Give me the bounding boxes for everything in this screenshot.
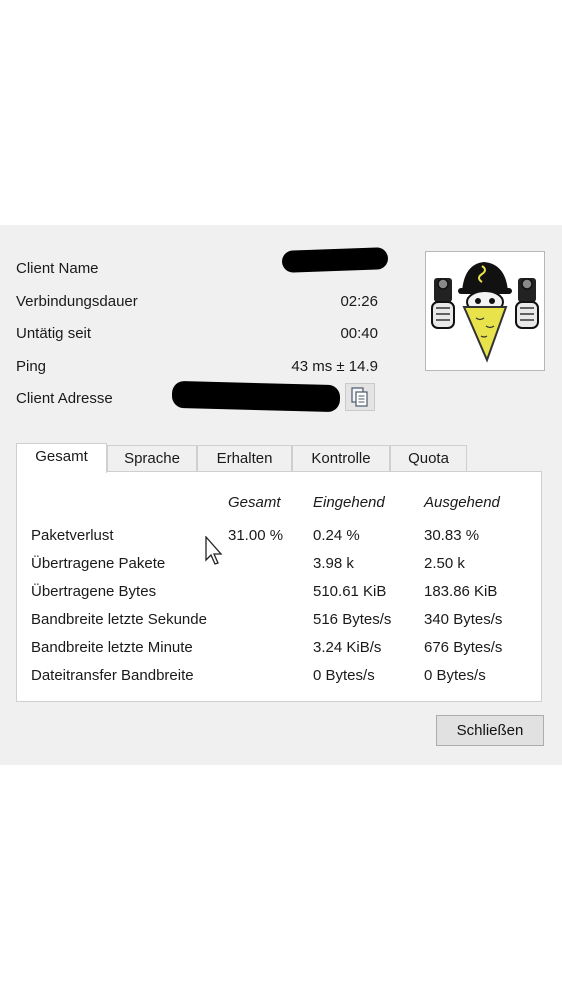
stat-ausgehend: 2.50 k	[424, 555, 465, 572]
stat-eingehend: 516 Bytes/s	[313, 611, 392, 628]
column-header-gesamt: Gesamt	[228, 494, 281, 511]
stat-eingehend: 510.61 KiB	[313, 583, 387, 600]
tab-gesamt[interactable]: Gesamt	[16, 443, 107, 473]
stat-label: Dateitransfer Bandbreite	[31, 667, 194, 684]
stat-eingehend: 3.98 k	[313, 555, 354, 572]
stat-ausgehend: 340 Bytes/s	[424, 611, 503, 628]
bandit-gunman-avatar	[426, 252, 544, 370]
stat-gesamt: 31.00 %	[228, 527, 284, 544]
stat-ausgehend: 0 Bytes/s	[424, 667, 486, 684]
idle-since-row: Untätig seit 00:40	[16, 322, 386, 346]
stats-panel: Gesamt Eingehend Ausgehend Paketverlust …	[16, 471, 542, 702]
stat-ausgehend: 30.83 %	[424, 527, 480, 544]
stat-label: Bandbreite letzte Sekunde	[31, 611, 207, 628]
stat-label: Übertragene Bytes	[31, 583, 157, 600]
copy-address-button[interactable]	[345, 383, 375, 411]
tab-quota[interactable]: Quota	[390, 445, 467, 471]
column-header-eingehend: Eingehend	[313, 494, 385, 511]
tab-sprache[interactable]: Sprache	[107, 445, 197, 471]
stat-label: Paketverlust	[31, 527, 114, 544]
mouse-pointer-icon	[205, 536, 223, 565]
idle-since-value: 00:40	[340, 325, 378, 342]
close-button[interactable]: Schließen	[436, 715, 544, 746]
stat-eingehend: 0.24 %	[313, 527, 360, 544]
tab-erhalten[interactable]: Erhalten	[197, 445, 292, 471]
client-name-label: Client Name	[16, 260, 99, 277]
stat-label: Bandbreite letzte Minute	[31, 639, 193, 656]
stat-ausgehend: 183.86 KiB	[424, 583, 498, 600]
stat-ausgehend: 676 Bytes/s	[424, 639, 503, 656]
connection-duration-value: 02:26	[340, 293, 378, 310]
redacted-client-name	[281, 247, 389, 273]
redacted-client-address	[171, 380, 341, 413]
ping-value: 43 ms ± 14.9	[291, 358, 378, 375]
column-header-ausgehend: Ausgehend	[424, 494, 500, 511]
client-address-label: Client Adresse	[16, 390, 113, 407]
client-avatar	[425, 251, 545, 371]
ping-row: Ping 43 ms ± 14.9	[16, 355, 386, 379]
connection-duration-label: Verbindungsdauer	[16, 293, 138, 310]
stat-eingehend: 0 Bytes/s	[313, 667, 375, 684]
connection-duration-row: Verbindungsdauer 02:26	[16, 290, 386, 314]
tab-kontrolle[interactable]: Kontrolle	[292, 445, 390, 471]
ping-label: Ping	[16, 358, 47, 375]
stat-label: Übertragene Pakete	[31, 555, 166, 572]
tab-bar: Gesamt Sprache Erhalten Kontrolle Quota	[16, 443, 542, 473]
idle-since-label: Untätig seit	[16, 325, 92, 342]
copy-icon	[351, 387, 368, 407]
stat-eingehend: 3.24 KiB/s	[313, 639, 382, 656]
